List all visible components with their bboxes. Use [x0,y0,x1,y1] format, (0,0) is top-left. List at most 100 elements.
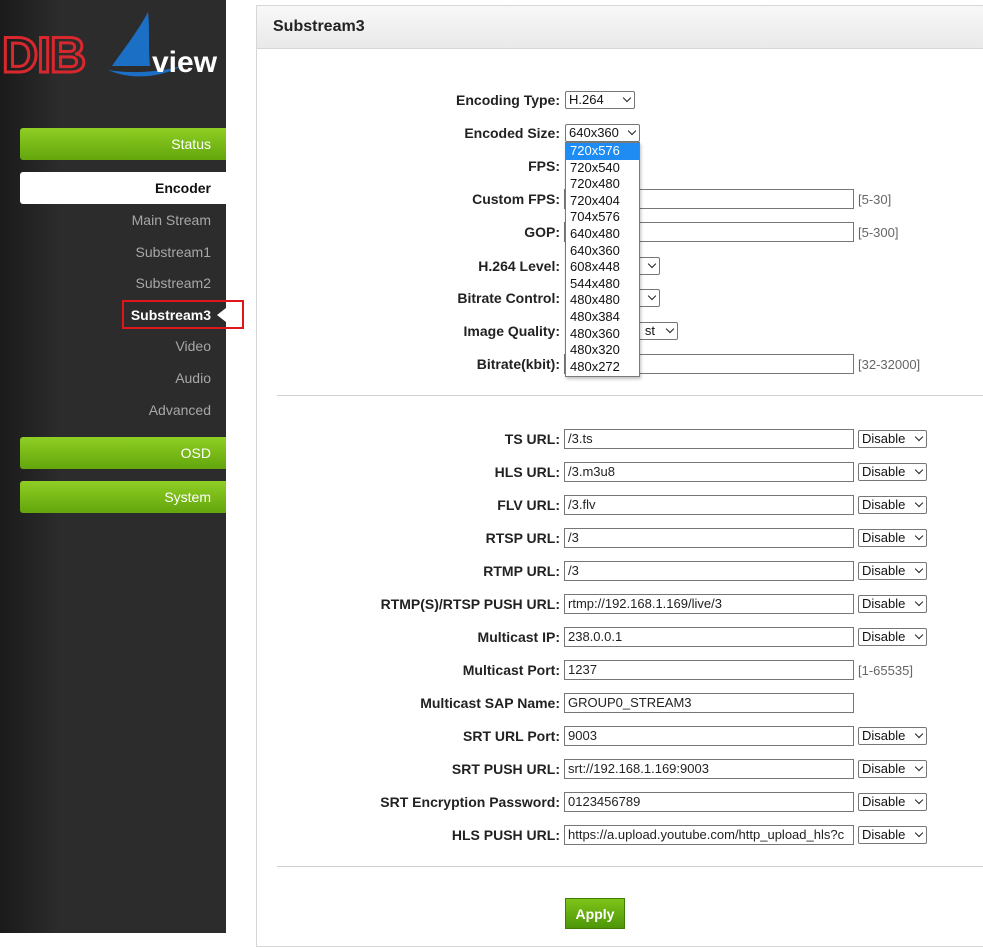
url-row-input[interactable]: /3.m3u8 [564,462,854,482]
encoded-size-select[interactable]: 640x360 [565,124,640,142]
custom-fps-label: Custom FPS: [472,191,560,207]
dropdown-option[interactable]: 480x272 [566,359,639,376]
url-row-input[interactable]: 9003 [564,726,854,746]
url-row-input[interactable]: 1237 [564,660,854,680]
sidebar-item-substream1[interactable]: Substream1 [136,244,211,260]
sidebar-item-substream2[interactable]: Substream2 [136,275,211,291]
url-row-label: FLV URL: [497,497,560,513]
url-row-input[interactable]: https://a.upload.youtube.com/http_upload… [564,825,854,845]
image-quality-label: Image Quality: [463,323,560,339]
bitrate-label: Bitrate(kbit): [476,356,560,372]
url-row-mode-select[interactable]: Disable [858,463,927,481]
url-row-label: SRT URL Port: [463,728,560,744]
url-row-input[interactable]: /3.ts [564,429,854,449]
chevron-down-icon [647,259,657,269]
fps-label: FPS: [528,158,560,174]
url-row-label: Multicast IP: [477,629,560,645]
encoding-type-select[interactable]: H.264 [565,91,635,109]
logo-text-left: DIB [2,27,85,83]
dropdown-option[interactable]: 480x320 [566,342,639,359]
active-pointer-icon [217,308,226,322]
sidebar-item-main-stream[interactable]: Main Stream [132,212,211,228]
url-row-mode-select[interactable]: Disable [858,595,927,613]
url-row-label: Multicast Port: [462,662,560,678]
dropdown-option[interactable]: 720x540 [566,160,639,177]
url-row-mode-select[interactable]: Disable [858,562,927,580]
url-row-label: HLS URL: [494,464,560,480]
sidebar-item-video[interactable]: Video [175,338,211,354]
dropdown-option[interactable]: 640x360 [566,243,639,260]
sidebar: DIB view Status Encoder Main Stream Subs… [0,0,226,933]
dropdown-option[interactable]: 544x480 [566,276,639,293]
url-row-input[interactable]: srt://192.168.1.169:9003 [564,759,854,779]
chevron-down-icon [914,465,924,475]
chevron-down-icon [914,828,924,838]
gop-range: [5-300] [858,225,899,240]
dibview-logo: DIB view [1,12,218,85]
dropdown-option[interactable]: 720x404 [566,193,639,210]
chevron-down-icon [914,432,924,442]
bitrate-range: [32-32000] [858,357,921,372]
url-row-label: RTMP(S)/RTSP PUSH URL: [380,596,560,612]
section-divider [277,866,983,867]
chevron-down-icon [647,291,657,301]
url-row-label: TS URL: [504,431,560,447]
encoding-type-label: Encoding Type: [456,92,560,108]
url-row-mode-select[interactable]: Disable [858,430,927,448]
nav-osd[interactable]: OSD [20,437,226,469]
chevron-down-icon [914,762,924,772]
chevron-down-icon [665,324,675,334]
chevron-down-icon [914,498,924,508]
sail-icon [112,12,150,66]
chevron-down-icon [622,93,632,103]
url-row-label: RTMP URL: [483,563,560,579]
url-row-mode-select[interactable]: Disable [858,826,927,844]
encoded-size-dropdown[interactable]: 720x576 720x540 720x480 720x404 704x576 640x4… [565,142,640,377]
url-row-mode-select[interactable]: Disable [858,793,927,811]
url-row-input[interactable]: /3 [564,528,854,548]
url-row-range: [1-65535] [858,663,913,678]
dropdown-option[interactable]: 480x360 [566,326,639,343]
url-row-input[interactable]: 238.0.0.1 [564,627,854,647]
gop-label: GOP: [524,224,560,240]
nav-encoder[interactable]: Encoder [20,172,226,204]
bitrate-control-label: Bitrate Control: [457,290,560,306]
dropdown-option[interactable]: 608x448 [566,259,639,276]
chevron-down-icon [914,795,924,805]
apply-button[interactable]: Apply [565,898,625,929]
nav-system[interactable]: System [20,481,226,513]
panel-title: Substream3 [257,6,983,49]
logo-text-right: view [152,46,218,79]
chevron-down-icon [627,126,637,136]
dropdown-option[interactable]: 720x576 [566,143,639,160]
encoded-size-label: Encoded Size: [464,125,560,141]
url-row-label: HLS PUSH URL: [451,827,560,843]
h264-level-label: H.264 Level: [478,258,560,274]
dropdown-option[interactable]: 480x480 [566,292,639,309]
chevron-down-icon [914,630,924,640]
dropdown-option[interactable]: 640x480 [566,226,639,243]
url-row-label: SRT Encryption Password: [380,794,560,810]
sidebar-item-advanced[interactable]: Advanced [149,402,211,418]
nav-status[interactable]: Status [20,128,226,160]
chevron-down-icon [914,564,924,574]
url-row-input[interactable]: /3 [564,561,854,581]
url-row-mode-select[interactable]: Disable [858,760,927,778]
url-row-mode-select[interactable]: Disable [858,727,927,745]
url-row-mode-select[interactable]: Disable [858,628,927,646]
sidebar-item-audio[interactable]: Audio [175,370,211,386]
url-row-input[interactable]: GROUP0_STREAM3 [564,693,854,713]
chevron-down-icon [914,531,924,541]
chevron-down-icon [914,597,924,607]
dropdown-option[interactable]: 704x576 [566,209,639,226]
url-row-input[interactable]: 0123456789 [564,792,854,812]
url-row-input[interactable]: rtmp://192.168.1.169/live/3 [564,594,854,614]
url-row-input[interactable]: /3.flv [564,495,854,515]
url-row-mode-select[interactable]: Disable [858,529,927,547]
dropdown-option[interactable]: 720x480 [566,176,639,193]
chevron-down-icon [914,729,924,739]
custom-fps-range: [5-30] [858,192,892,207]
url-row-mode-select[interactable]: Disable [858,496,927,514]
dropdown-option[interactable]: 480x384 [566,309,639,326]
section-divider [277,395,983,396]
